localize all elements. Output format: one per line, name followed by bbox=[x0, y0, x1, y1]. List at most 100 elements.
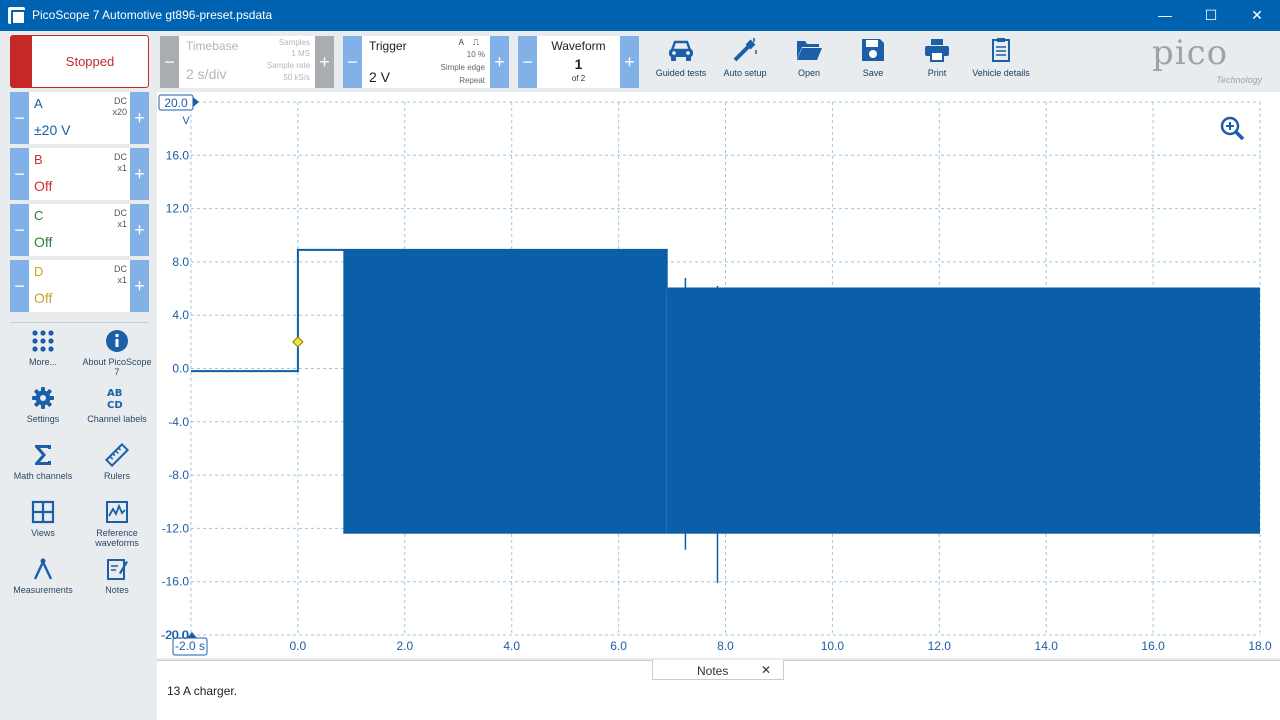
y-tick-label: 0.0 bbox=[172, 362, 189, 376]
print-button[interactable]: Print bbox=[905, 36, 969, 78]
x-tick-label: 10.0 bbox=[821, 639, 845, 653]
open-button[interactable]: Open bbox=[777, 36, 841, 78]
channel-d-name: D bbox=[34, 264, 44, 279]
clipboard-icon bbox=[992, 38, 1010, 62]
channel-c-decrease-button[interactable]: − bbox=[10, 204, 29, 256]
zoom-icon[interactable] bbox=[1220, 116, 1245, 141]
x-tick-label: 4.0 bbox=[503, 639, 520, 653]
notes-close-icon[interactable]: ✕ bbox=[761, 663, 771, 677]
notes-tab[interactable]: Notes ✕ bbox=[652, 660, 784, 680]
samples-label: Samples bbox=[278, 38, 310, 47]
minimize-button[interactable]: — bbox=[1142, 0, 1188, 31]
timebase-control[interactable]: − Timebase 2 s/div Samples 1 MS Sample r… bbox=[160, 36, 334, 88]
channel-c-name: C bbox=[34, 208, 44, 223]
notepad-icon bbox=[107, 559, 128, 580]
vehicle-details-button[interactable]: Vehicle details bbox=[969, 36, 1033, 78]
waveform-previous-button[interactable]: − bbox=[518, 36, 537, 88]
folder-open-icon bbox=[797, 41, 822, 60]
channel-b-probe: x1 bbox=[117, 163, 127, 173]
channel-c-range: Off bbox=[34, 234, 53, 250]
channel-b-increase-button[interactable]: + bbox=[130, 148, 149, 200]
notes-tool[interactable]: Notes bbox=[80, 557, 154, 595]
y-tick-label: 16.0 bbox=[166, 148, 190, 162]
channel-d-card[interactable]: − D DC x1 Off + bbox=[10, 260, 149, 312]
rulers-tool[interactable]: Rulers bbox=[80, 443, 154, 481]
notes-tab-label: Notes bbox=[697, 664, 729, 678]
channel-a-decrease-button[interactable]: − bbox=[10, 92, 29, 144]
channel-b-name: B bbox=[34, 152, 43, 167]
notes-panel[interactable]: Notes ✕ 13 A charger. bbox=[157, 660, 1280, 720]
notes-tool-label: Notes bbox=[105, 585, 129, 595]
x-tick-label: 12.0 bbox=[928, 639, 952, 653]
x-tick-label: 2.0 bbox=[396, 639, 413, 653]
svg-text:AB: AB bbox=[107, 388, 122, 399]
y-unit-label: V bbox=[182, 115, 190, 127]
x-tick-label: 0.0 bbox=[290, 639, 307, 653]
channel-d-increase-button[interactable]: + bbox=[130, 260, 149, 312]
rail-divider bbox=[10, 322, 149, 323]
vehicle-details-label: Vehicle details bbox=[972, 68, 1030, 78]
waveform-envelope bbox=[666, 288, 1260, 534]
rulers-tool-label: Rulers bbox=[103, 471, 130, 481]
channel-c-probe: x1 bbox=[117, 219, 127, 229]
timebase-decrease-button[interactable]: − bbox=[160, 36, 179, 88]
open-label: Open bbox=[797, 68, 821, 78]
scope-chart[interactable]: 16.0 12.0 8.0 4.0 0.0 -4.0 -8.0 -12.0 -16.0 -20.0… bbox=[157, 92, 1280, 658]
pico-logo-sub: Technology bbox=[1216, 75, 1262, 85]
x-tick-label: 18.0 bbox=[1248, 639, 1272, 653]
pico-logo: pico Technology bbox=[1152, 33, 1270, 89]
channel-b-card[interactable]: − B DC x1 Off + bbox=[10, 148, 149, 200]
scope-view[interactable]: 16.0 12.0 8.0 4.0 0.0 -4.0 -8.0 -12.0 -16.0 -20.0… bbox=[157, 92, 1280, 658]
math-channels-tool-label: Math channels bbox=[13, 471, 73, 481]
grid-views-icon bbox=[31, 500, 55, 524]
auto-setup-button[interactable]: Auto setup bbox=[713, 36, 777, 78]
reference-waveform-icon bbox=[106, 501, 128, 523]
measurements-tool[interactable]: Measurements bbox=[6, 557, 80, 595]
channel-labels-tool[interactable]: AB CD Channel labels bbox=[80, 386, 154, 424]
waveform-control[interactable]: − Waveform 1 of 2 + bbox=[518, 36, 639, 88]
channel-d-decrease-button[interactable]: − bbox=[10, 260, 29, 312]
waveform-index: 1 bbox=[574, 56, 583, 72]
save-label: Save bbox=[862, 68, 884, 78]
waveform-label: Waveform bbox=[551, 39, 606, 53]
channel-c-increase-button[interactable]: + bbox=[130, 204, 149, 256]
left-panel: Stopped − A DC x20 ±20 V + − B DC x1 Off… bbox=[0, 31, 157, 720]
timebase-value: 2 s/div bbox=[186, 66, 227, 82]
about-tool[interactable]: About PicoScope 7 bbox=[80, 329, 154, 377]
ruler-icon bbox=[105, 443, 129, 467]
close-button[interactable]: ✕ bbox=[1234, 0, 1280, 31]
save-button[interactable]: Save bbox=[841, 36, 905, 78]
channel-a-probe: x20 bbox=[112, 107, 127, 117]
run-stop-button[interactable]: Stopped bbox=[10, 35, 149, 88]
guided-tests-button[interactable]: Guided tests bbox=[649, 36, 713, 78]
trigger-control[interactable]: − Trigger 2 V A ⎍ 10 % Simple edge Repea… bbox=[343, 36, 509, 88]
y-tick-label: -12.0 bbox=[162, 521, 190, 535]
compass-icon bbox=[33, 558, 53, 580]
y-tick-label: -16.0 bbox=[162, 575, 190, 589]
sigma-icon bbox=[35, 445, 51, 465]
math-channels-tool[interactable]: Math channels bbox=[6, 443, 80, 481]
settings-tool[interactable]: Settings bbox=[6, 386, 80, 424]
more-tool[interactable]: More... bbox=[6, 329, 80, 367]
channel-a-card[interactable]: − A DC x20 ±20 V + bbox=[10, 92, 149, 144]
abcd-icon: AB CD bbox=[107, 388, 123, 410]
trigger-mode: Repeat bbox=[459, 76, 485, 85]
notes-text[interactable]: 13 A charger. bbox=[167, 684, 237, 698]
channel-labels-tool-label: Channel labels bbox=[87, 414, 147, 424]
reference-waveforms-tool[interactable]: Reference waveforms bbox=[80, 500, 154, 548]
channel-a-increase-button[interactable]: + bbox=[130, 92, 149, 144]
measurements-tool-label: Measurements bbox=[13, 585, 73, 595]
timebase-increase-button[interactable]: + bbox=[315, 36, 334, 88]
waveform-next-button[interactable]: + bbox=[620, 36, 639, 88]
channel-d-probe: x1 bbox=[117, 275, 127, 285]
channel-b-coupling: DC bbox=[114, 152, 127, 162]
sample-rate-label: Sample rate bbox=[266, 61, 310, 70]
app-icon bbox=[8, 7, 26, 25]
trigger-increase-button[interactable]: + bbox=[490, 36, 509, 88]
trigger-decrease-button[interactable]: − bbox=[343, 36, 362, 88]
maximize-button[interactable]: ☐ bbox=[1188, 0, 1234, 31]
channel-b-decrease-button[interactable]: − bbox=[10, 148, 29, 200]
channel-c-card[interactable]: − C DC x1 Off + bbox=[10, 204, 149, 256]
y-tick-label: 12.0 bbox=[166, 202, 190, 216]
views-tool[interactable]: Views bbox=[6, 500, 80, 538]
